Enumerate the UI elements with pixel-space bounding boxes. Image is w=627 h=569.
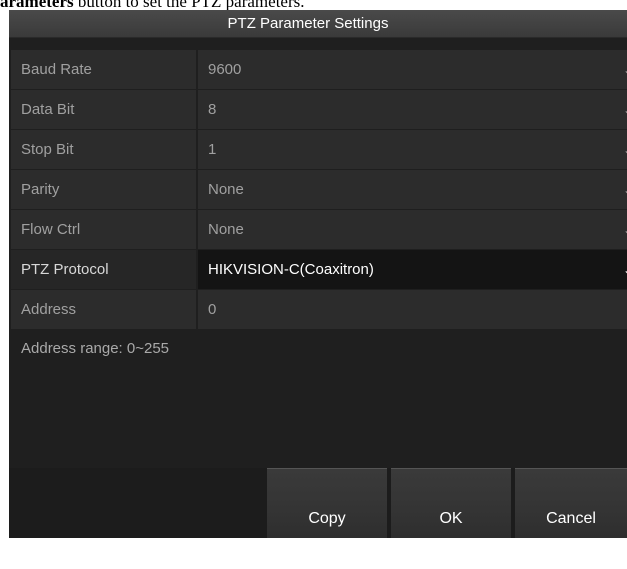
copy-button[interactable]: Copy bbox=[267, 468, 387, 538]
chevron-down-icon[interactable]: ⌄ bbox=[623, 143, 627, 157]
cancel-button[interactable]: Cancel bbox=[515, 468, 627, 538]
data-bit-row: Data Bit 8 ⌄ bbox=[11, 90, 627, 129]
parity-select[interactable]: None bbox=[198, 170, 627, 209]
address-label: Address bbox=[11, 290, 196, 329]
flow-ctrl-row: Flow Ctrl None ⌄ bbox=[11, 210, 627, 249]
parity-row: Parity None ⌄ bbox=[11, 170, 627, 209]
dialog-title: PTZ Parameter Settings bbox=[9, 10, 627, 38]
caption-text: button to set the PTZ parameters. bbox=[73, 0, 305, 10]
baud-rate-label: Baud Rate bbox=[11, 50, 196, 89]
flow-ctrl-label: Flow Ctrl bbox=[11, 210, 196, 249]
parity-label: Parity bbox=[11, 170, 196, 209]
data-bit-select[interactable]: 8 bbox=[198, 90, 627, 129]
chevron-down-icon[interactable]: ⌄ bbox=[623, 103, 627, 117]
chevron-down-icon[interactable]: ⌄ bbox=[623, 223, 627, 237]
document-caption: arameters button to set the PTZ paramete… bbox=[0, 0, 627, 10]
settings-form: Baud Rate 9600 ⌄ Data Bit 8 ⌄ Stop Bit 1… bbox=[11, 50, 627, 330]
address-row: Address 0 bbox=[11, 290, 627, 329]
caption-bold: arameters bbox=[0, 0, 74, 10]
chevron-down-icon[interactable]: ⌄ bbox=[623, 183, 627, 197]
baud-rate-row: Baud Rate 9600 ⌄ bbox=[11, 50, 627, 89]
ptz-protocol-select[interactable]: HIKVISION-C(Coaxitron) bbox=[198, 250, 627, 289]
ptz-parameter-dialog: PTZ Parameter Settings Baud Rate 9600 ⌄ … bbox=[9, 10, 627, 538]
ok-button[interactable]: OK bbox=[391, 468, 511, 538]
chevron-down-icon[interactable]: ⌄ bbox=[623, 263, 627, 277]
baud-rate-select[interactable]: 9600 bbox=[198, 50, 627, 89]
address-range-hint: Address range: 0~255 bbox=[21, 340, 170, 357]
dialog-footer: Copy OK Cancel bbox=[9, 468, 627, 538]
data-bit-label: Data Bit bbox=[11, 90, 196, 129]
stop-bit-select[interactable]: 1 bbox=[198, 130, 627, 169]
chevron-down-icon[interactable]: ⌄ bbox=[623, 63, 627, 77]
stop-bit-label: Stop Bit bbox=[11, 130, 196, 169]
flow-ctrl-select[interactable]: None bbox=[198, 210, 627, 249]
ptz-protocol-label: PTZ Protocol bbox=[11, 250, 196, 289]
stop-bit-row: Stop Bit 1 ⌄ bbox=[11, 130, 627, 169]
ptz-protocol-row: PTZ Protocol HIKVISION-C(Coaxitron) ⌄ bbox=[11, 250, 627, 289]
address-input[interactable]: 0 bbox=[198, 290, 627, 329]
